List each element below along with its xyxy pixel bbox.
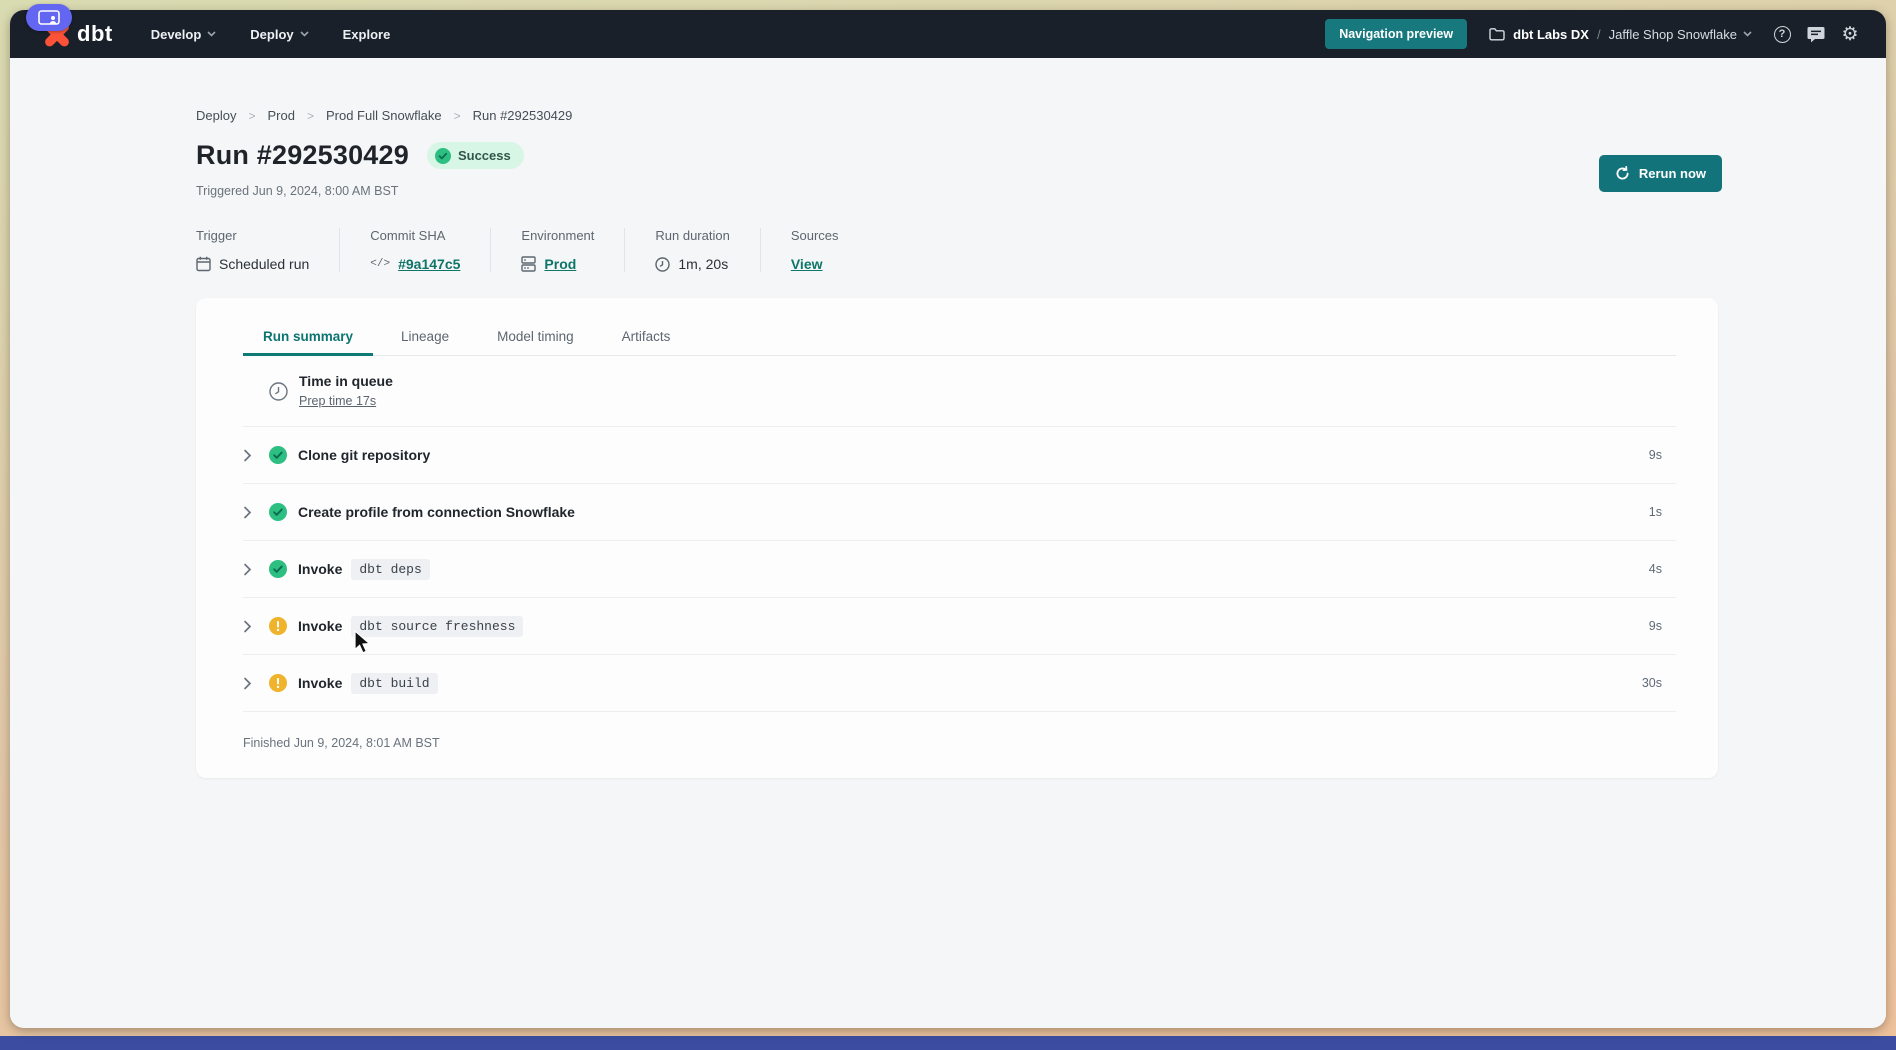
status-text: Success (458, 148, 511, 163)
chevron-down-icon (300, 31, 309, 37)
clock-icon (269, 382, 288, 401)
chevron-down-icon (1743, 31, 1752, 37)
queue-title: Time in queue (299, 373, 393, 389)
prep-time-link[interactable]: Prep time 17s (299, 394, 376, 408)
step-row-dbt-deps[interactable]: Invoke dbt deps 4s (243, 541, 1676, 598)
step-row-create-profile[interactable]: Create profile from connection Snowflake… (243, 484, 1676, 541)
run-summary-card: Run summary Lineage Model timing Artifac… (196, 298, 1718, 778)
step-duration: 30s (1642, 676, 1676, 690)
breadcrumb: Deploy > Prod > Prod Full Snowflake > Ru… (196, 58, 1722, 123)
commit-sha-link[interactable]: #9a147c5 (398, 256, 460, 272)
meta-duration: Run duration 1m, 20s (655, 228, 760, 272)
trigger-value: Scheduled run (219, 256, 309, 272)
folder-icon (1489, 27, 1505, 41)
meta-commit: Commit SHA </> #9a147c5 (370, 228, 491, 272)
account-breadcrumb: dbt Labs DX / Jaffle Shop Snowflake (1489, 27, 1752, 42)
check-circle-icon (269, 560, 287, 578)
nav-item-deploy[interactable]: Deploy (250, 27, 308, 42)
step-command: dbt deps (351, 559, 429, 580)
gear-icon[interactable]: ⚙ (1840, 24, 1860, 44)
browser-app-window: dbt Develop Deploy Explore Navigation pr… (10, 10, 1886, 1028)
check-circle-icon (269, 446, 287, 464)
step-duration: 1s (1649, 505, 1676, 519)
run-detail-page: Deploy > Prod > Prod Full Snowflake > Ru… (10, 58, 1886, 1028)
feedback-icon[interactable] (1806, 24, 1826, 44)
warning-circle-icon (269, 674, 287, 692)
finished-timestamp: Finished Jun 9, 2024, 8:01 AM BST (243, 736, 1676, 750)
run-meta-row: Trigger Scheduled run Commit SHA </> # (196, 228, 1722, 272)
breadcrumb-separator: > (454, 109, 461, 123)
step-command: dbt source freshness (351, 616, 523, 637)
breadcrumb-separator: > (307, 109, 314, 123)
nav-item-develop[interactable]: Develop (151, 27, 217, 42)
navigation-preview-button[interactable]: Navigation preview (1325, 19, 1467, 49)
status-badge: Success (427, 142, 524, 169)
screen-share-extension-badge[interactable] (26, 4, 72, 31)
step-duration: 9s (1649, 619, 1676, 633)
chevron-right-icon[interactable] (243, 563, 269, 576)
screen-share-icon (38, 10, 60, 26)
nav-menu: Develop Deploy Explore (151, 27, 391, 42)
meta-trigger: Trigger Scheduled run (196, 228, 340, 272)
breadcrumb-prod[interactable]: Prod (267, 108, 294, 123)
dbt-logo-text: dbt (77, 21, 113, 47)
breadcrumb-separator: > (248, 109, 255, 123)
tab-run-summary[interactable]: Run summary (243, 320, 373, 355)
step-row-dbt-build[interactable]: Invoke dbt build 30s (243, 655, 1676, 712)
environment-link[interactable]: Prod (544, 256, 576, 272)
step-duration: 9s (1649, 448, 1676, 462)
calendar-icon (196, 256, 211, 272)
meta-sources: Sources View (791, 228, 869, 272)
tab-model-timing[interactable]: Model timing (477, 320, 594, 355)
step-row-clone-git[interactable]: Clone git repository 9s (243, 427, 1676, 484)
warning-circle-icon (269, 617, 287, 635)
step-duration: 4s (1649, 562, 1676, 576)
clock-icon (655, 257, 670, 272)
account-name[interactable]: dbt Labs DX (1513, 27, 1589, 42)
chevron-right-icon[interactable] (243, 677, 269, 690)
chevron-right-icon[interactable] (243, 506, 269, 519)
code-icon: </> (370, 258, 390, 270)
help-icon[interactable]: ? (1772, 24, 1792, 44)
breadcrumb-deploy[interactable]: Deploy (196, 108, 236, 123)
breadcrumb-job[interactable]: Prod Full Snowflake (326, 108, 442, 123)
nav-icons: ? ⚙ (1772, 24, 1860, 44)
chevron-right-icon[interactable] (243, 620, 269, 633)
database-icon (521, 256, 536, 272)
tab-artifacts[interactable]: Artifacts (602, 320, 691, 355)
tab-lineage[interactable]: Lineage (381, 320, 469, 355)
nav-item-explore[interactable]: Explore (343, 27, 391, 42)
taskbar-strip (0, 1036, 1896, 1050)
chevron-right-icon[interactable] (243, 449, 269, 462)
top-nav: dbt Develop Deploy Explore Navigation pr… (10, 10, 1886, 58)
triggered-timestamp: Triggered Jun 9, 2024, 8:00 AM BST (196, 184, 1722, 198)
meta-environment: Environment Prod (521, 228, 625, 272)
chevron-down-icon (207, 31, 216, 37)
rerun-now-button[interactable]: Rerun now (1599, 155, 1722, 192)
desktop-background: dbt Develop Deploy Explore Navigation pr… (0, 0, 1896, 1050)
time-in-queue-row: Time in queue Prep time 17s (243, 356, 1676, 427)
step-command: dbt build (351, 673, 437, 694)
breadcrumb-run[interactable]: Run #292530429 (473, 108, 573, 123)
run-tabs: Run summary Lineage Model timing Artifac… (243, 298, 1676, 356)
sources-view-link[interactable]: View (791, 256, 823, 272)
refresh-icon (1615, 166, 1630, 181)
step-row-dbt-source-freshness[interactable]: Invoke dbt source freshness 9s (243, 598, 1676, 655)
duration-value: 1m, 20s (678, 256, 728, 272)
page-title: Run #292530429 (196, 140, 409, 171)
check-circle-icon (269, 503, 287, 521)
account-separator: / (1597, 27, 1601, 42)
project-selector[interactable]: Jaffle Shop Snowflake (1609, 27, 1752, 42)
check-circle-icon (435, 148, 451, 164)
project-name: Jaffle Shop Snowflake (1609, 27, 1737, 42)
